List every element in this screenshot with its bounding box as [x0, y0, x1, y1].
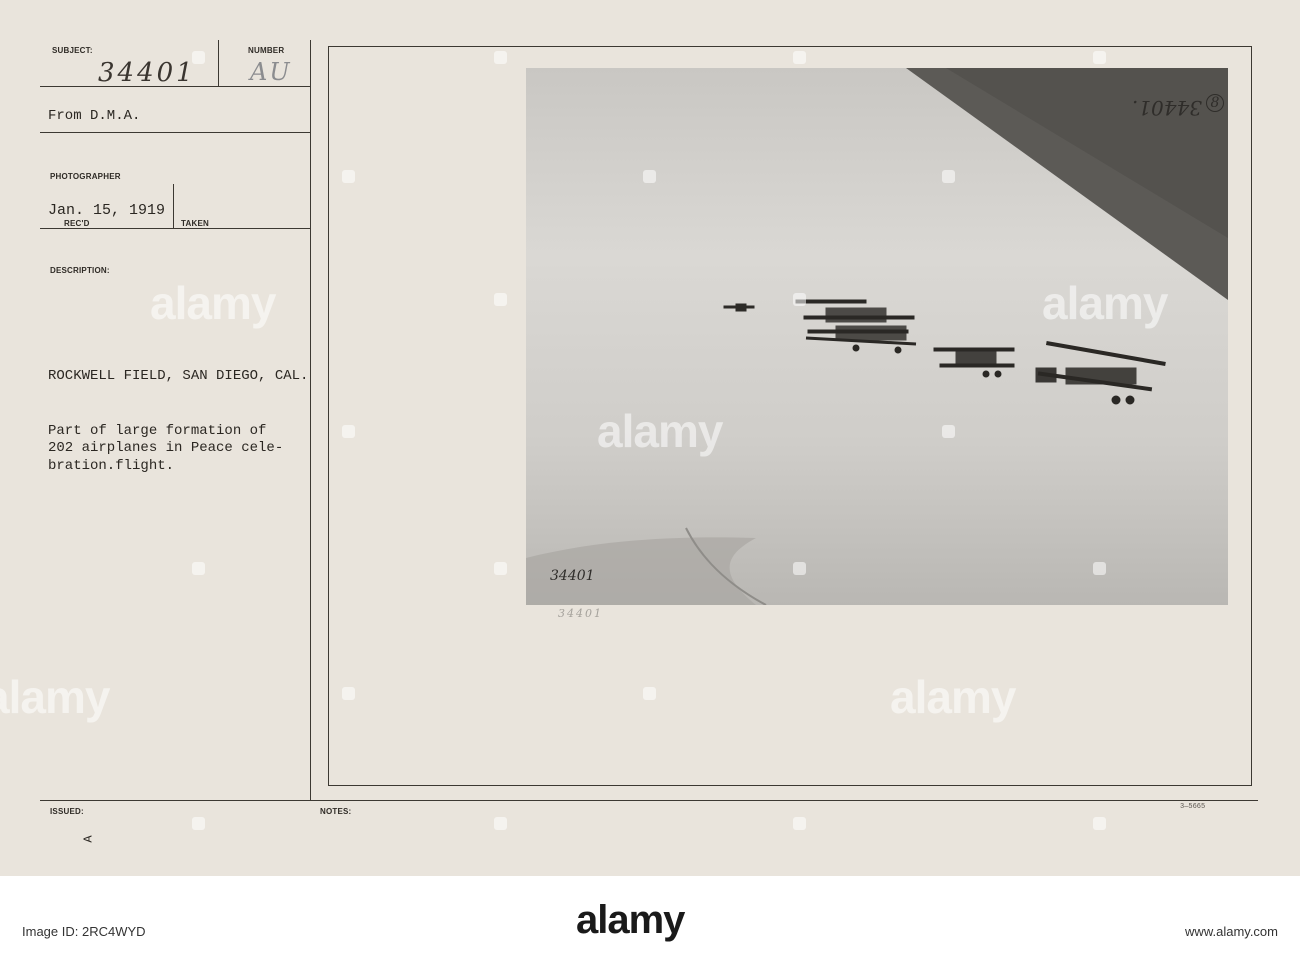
rule-subject-number-divider: [218, 40, 219, 86]
watermark-2: alamy: [597, 405, 723, 457]
watermark-dot: [793, 562, 806, 575]
watermark-dot: [793, 51, 806, 64]
watermark-dot: [494, 817, 507, 830]
archive-photo-card: SUBJECT: NUMBER PHOTOGRAPHER REC'D TAKEN…: [0, 0, 1300, 876]
description-line-2: 202 airplanes in Peace cele-: [48, 440, 284, 456]
rule-bottom: [40, 800, 1258, 801]
watermark-dot: [643, 170, 656, 183]
site-link[interactable]: www.alamy.com: [1185, 924, 1278, 939]
watermark-dot: [342, 170, 355, 183]
photo-bottom-number: 34401: [550, 568, 595, 584]
frame-right: [1251, 46, 1252, 785]
watermark-dot: [342, 425, 355, 438]
frame-top: [328, 46, 1251, 47]
frame-left: [328, 46, 329, 785]
recd-label: REC'D: [64, 219, 90, 228]
location-text: ROCKWELL FIELD, SAN DIEGO, CAL.: [48, 368, 309, 384]
taken-label: TAKEN: [181, 219, 209, 228]
watermark-dot: [192, 817, 205, 830]
watermark-dot: [342, 687, 355, 700]
description-line-1: Part of large formation of: [48, 423, 267, 439]
below-photo-number: 34401: [558, 607, 603, 620]
stock-footer: alamy Image ID: 2RC4WYD www.alamy.com: [0, 876, 1300, 965]
date-text: Jan. 15, 1919: [48, 202, 166, 219]
rule-left-column: [310, 40, 311, 800]
footer-logo[interactable]: alamy: [576, 898, 685, 943]
watermark-1: alamy: [150, 277, 276, 329]
watermark-dot: [942, 425, 955, 438]
number-label: NUMBER: [248, 46, 285, 55]
watermark-dot: [793, 817, 806, 830]
watermark-3: alamy: [1042, 277, 1168, 329]
photo-corner-mark: 8: [1206, 94, 1224, 112]
aerial-photograph: 34401. 8 34401: [526, 68, 1228, 605]
issued-label: ISSUED:: [50, 807, 84, 816]
frame-bottom: [328, 785, 1252, 786]
watermark-4: alamy: [0, 671, 110, 723]
subject-number: 34401: [98, 58, 196, 88]
watermark-dot: [494, 51, 507, 64]
rule-from: [40, 132, 310, 133]
description-line-3: bration.flight.: [48, 458, 175, 474]
watermark-5: alamy: [890, 671, 1016, 723]
watermark-dot: [1093, 562, 1106, 575]
watermark-dot: [793, 293, 806, 306]
from-text: From D.M.A.: [48, 108, 141, 124]
rule-date-divider: [173, 184, 174, 228]
photographer-label: PHOTOGRAPHER: [50, 172, 121, 181]
notes-label: NOTES:: [320, 807, 352, 816]
form-code: 3—5665: [1180, 803, 1206, 811]
description-label: DESCRIPTION:: [50, 266, 110, 275]
watermark-dot: [1093, 51, 1106, 64]
issued-mark: A: [81, 835, 96, 843]
photo-corner-number: 34401.: [1132, 96, 1202, 120]
subject-label: SUBJECT:: [52, 46, 93, 55]
watermark-dot: [494, 562, 507, 575]
watermark-dot: [942, 170, 955, 183]
watermark-dot: [643, 687, 656, 700]
watermark-dot: [192, 51, 205, 64]
image-id: Image ID: 2RC4WYD: [22, 924, 146, 939]
watermark-dot: [494, 293, 507, 306]
watermark-dot: [192, 562, 205, 575]
rule-date: [40, 228, 310, 229]
watermark-dot: [1093, 817, 1106, 830]
photo-scene: [526, 68, 1228, 605]
number-code: AU: [250, 58, 292, 86]
